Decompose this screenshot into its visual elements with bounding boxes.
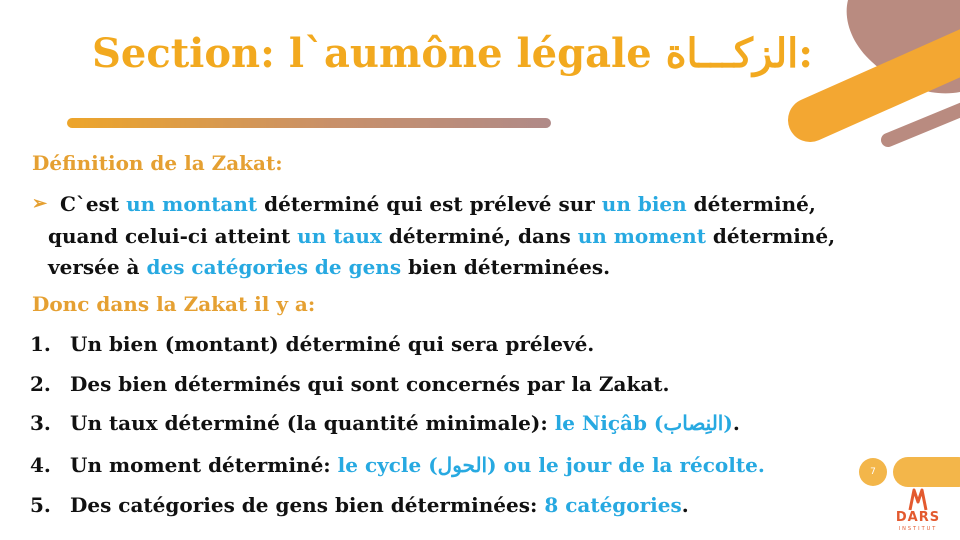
title-underline	[67, 118, 551, 128]
text-segment: .	[732, 411, 740, 435]
text-segment: déterminé, dans	[381, 224, 578, 248]
highlighted-text: le Niçâb (النِصاب)	[554, 411, 733, 435]
definition-line: versée à des catégories de gens bien dét…	[48, 251, 610, 283]
definition-line: quand celui-ci atteint un taux déterminé…	[48, 220, 835, 252]
list-item: 1. Un bien (montant) déterminé qui sera p…	[30, 332, 594, 356]
arrow-bullet-icon: ➢	[32, 193, 48, 214]
logo-mark-icon	[908, 488, 928, 511]
text-segment: bien déterminées.	[401, 255, 611, 279]
logo-subtext: INSTITUT	[898, 526, 938, 532]
text-segment: Un taux déterminé (la quantité minimale)…	[70, 411, 555, 435]
slide: Section: l`aumône légale الزكـــاة: Défi…	[0, 0, 960, 540]
definition-heading: Définition de la Zakat:	[32, 151, 283, 175]
highlighted-text: un taux	[297, 224, 382, 248]
text-segment: déterminé,	[705, 224, 836, 248]
text-segment: C`est	[60, 192, 127, 216]
list-number: 5.	[30, 493, 51, 517]
highlighted-text: des catégories de gens	[146, 255, 402, 279]
page-number: 7	[859, 458, 887, 486]
list-item: 5. Des catégories de gens bien déterminée…	[30, 493, 689, 517]
page-number-pill	[893, 457, 960, 487]
list-number: 2.	[30, 372, 51, 396]
list-number: 3.	[30, 411, 51, 435]
text-segment: Un bien (montant) déterminé qui sera pré…	[70, 332, 595, 356]
dars-logo: DARS INSTITUT	[888, 488, 948, 536]
list-item: 4. Un moment déterminé: le cycle (الحول) …	[30, 453, 765, 477]
text-segment: versée à	[48, 255, 147, 279]
text-segment: quand celui-ci atteint	[48, 224, 298, 248]
definition-line: C`est un montant déterminé qui est préle…	[60, 188, 816, 220]
text-segment: déterminé qui est prélevé sur	[257, 192, 602, 216]
slide-title: Section: l`aumône légale الزكـــاة:	[92, 30, 814, 77]
logo-text: DARS	[895, 510, 941, 525]
highlighted-text: 8 catégories	[544, 493, 682, 517]
text-segment: Des bien déterminés qui sont concernés p…	[70, 372, 670, 396]
highlighted-text: le cycle (الحول) ou le jour de la récolt…	[337, 453, 765, 477]
list-number: 4.	[30, 453, 51, 477]
text-segment: déterminé,	[686, 192, 816, 216]
highlighted-text: un moment	[577, 224, 706, 248]
text-segment: .	[681, 493, 689, 517]
list-item: 3. Un taux déterminé (la quantité minimal…	[30, 411, 740, 435]
highlighted-text: un montant	[126, 192, 258, 216]
list-number: 1.	[30, 332, 51, 356]
list-heading: Donc dans la Zakat il y a:	[32, 292, 316, 316]
text-segment: Un moment déterminé:	[70, 453, 338, 477]
highlighted-text: un bien	[601, 192, 687, 216]
text-segment: Des catégories de gens bien déterminées:	[70, 493, 545, 517]
list-item: 2. Des bien déterminés qui sont concernés…	[30, 372, 670, 396]
